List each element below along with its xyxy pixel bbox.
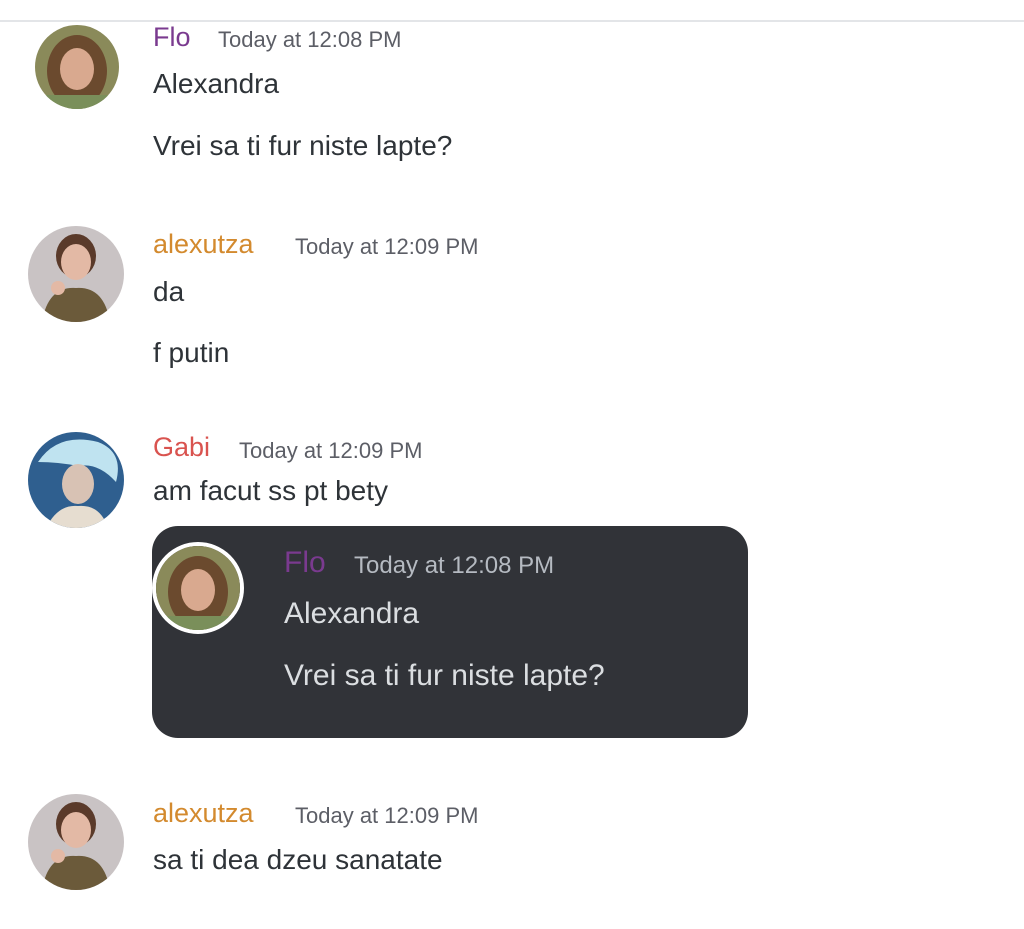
- message-text: Vrei sa ti fur niste lapte?: [284, 659, 605, 692]
- avatar-alexutza-icon: [28, 226, 124, 322]
- timestamp: Today at 12:09 PM: [239, 438, 423, 463]
- timestamp: Today at 12:09 PM: [295, 234, 479, 259]
- avatar-flo-icon: [35, 25, 119, 109]
- timestamp: Today at 12:09 PM: [295, 803, 479, 828]
- avatar-alexutza[interactable]: [28, 794, 124, 890]
- username-alexutza[interactable]: alexutza: [153, 227, 254, 261]
- message-text: Vrei sa ti fur niste lapte?: [153, 130, 453, 161]
- timestamp: Today at 12:08 PM: [354, 552, 555, 579]
- message-text: Alexandra: [284, 597, 420, 630]
- message-text: f putin: [153, 337, 230, 368]
- avatar-gabi-icon: [28, 432, 124, 528]
- avatar-alexutza[interactable]: [28, 226, 124, 322]
- avatar-flo-icon: [156, 546, 240, 630]
- avatar-alexutza-icon: [28, 794, 124, 890]
- message-text: da: [153, 276, 185, 307]
- timestamp: Today at 12:08 PM: [218, 27, 402, 52]
- message-text: Alexandra: [153, 68, 280, 99]
- username-gabi[interactable]: Gabi: [153, 430, 210, 464]
- avatar-flo[interactable]: [35, 25, 119, 109]
- username-flo: Flo: [284, 546, 326, 579]
- username-flo[interactable]: Flo: [153, 20, 191, 54]
- message-text: sa ti dea dzeu sanatate: [153, 844, 443, 875]
- avatar-flo: [152, 542, 244, 634]
- avatar-gabi[interactable]: [28, 432, 124, 528]
- username-alexutza[interactable]: alexutza: [153, 796, 254, 830]
- quoted-message-screenshot[interactable]: Flo Today at 12:08 PM Alexandra Vrei sa …: [152, 526, 748, 738]
- message-text: am facut ss pt bety: [153, 475, 388, 506]
